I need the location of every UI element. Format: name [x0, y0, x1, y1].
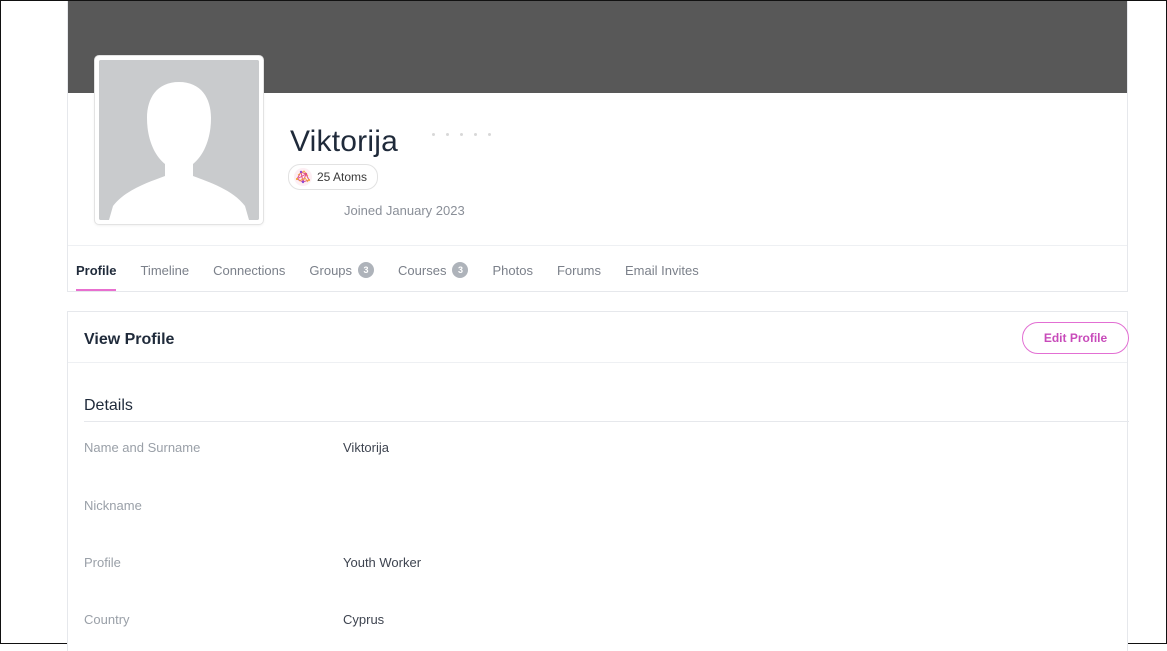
tab-label: Profile [76, 262, 117, 278]
avatar[interactable] [95, 56, 263, 224]
courses-count-badge: 3 [452, 262, 469, 278]
groups-count-badge: 3 [358, 262, 375, 278]
joined-date: Joined January 2023 [344, 203, 465, 218]
tab-groups[interactable]: Groups 3 [309, 260, 375, 280]
view-profile-card: View Profile Edit Profile Details Name a… [67, 311, 1129, 651]
tab-label: Groups [309, 262, 353, 278]
field-value: Viktorija [343, 440, 390, 455]
user-silhouette-icon [99, 60, 259, 220]
divider [68, 362, 1127, 363]
profile-header: Viktorija 25 Atoms Joined January 2023 P… [67, 1, 1128, 292]
atoms-label: 25 Atoms [317, 170, 368, 184]
profile-tabs: Profile Timeline Connections Groups 3 Co… [76, 260, 723, 291]
details-heading: Details [84, 397, 133, 414]
field-label: Country [84, 612, 130, 627]
atoms-badge[interactable]: 25 Atoms [288, 164, 379, 190]
field-label: Name and Surname [84, 440, 201, 455]
card-title: View Profile [84, 331, 175, 348]
tab-label: Connections [213, 262, 286, 278]
tab-courses[interactable]: Courses 3 [398, 260, 469, 280]
field-label: Profile [84, 555, 121, 570]
tab-label: Timeline [140, 262, 190, 278]
tab-label: Courses [398, 262, 447, 278]
atom-network-icon [294, 168, 312, 186]
tab-label: Photos [492, 262, 533, 278]
tab-label: Email Invites [625, 262, 699, 278]
tab-email-invites[interactable]: Email Invites [625, 260, 699, 280]
divider [84, 421, 1129, 422]
tab-timeline[interactable]: Timeline [140, 260, 189, 280]
default-avatar-icon [99, 60, 259, 220]
profile-name: Viktorija [290, 125, 398, 158]
page: Viktorija 25 Atoms Joined January 2023 P… [1, 1, 1166, 651]
tab-forums[interactable]: Forums [557, 260, 601, 280]
field-label: Nickname [84, 498, 142, 513]
field-value: Cyprus [343, 612, 385, 627]
divider [68, 245, 1127, 246]
tab-label: Forums [556, 262, 602, 278]
edit-profile-button[interactable]: Edit Profile [1022, 322, 1129, 354]
field-value: Youth Worker [343, 555, 422, 570]
tab-photos[interactable]: Photos [492, 260, 532, 280]
loading-dots [432, 133, 491, 136]
tab-connections[interactable]: Connections [213, 260, 285, 280]
tab-profile[interactable]: Profile [76, 260, 117, 291]
